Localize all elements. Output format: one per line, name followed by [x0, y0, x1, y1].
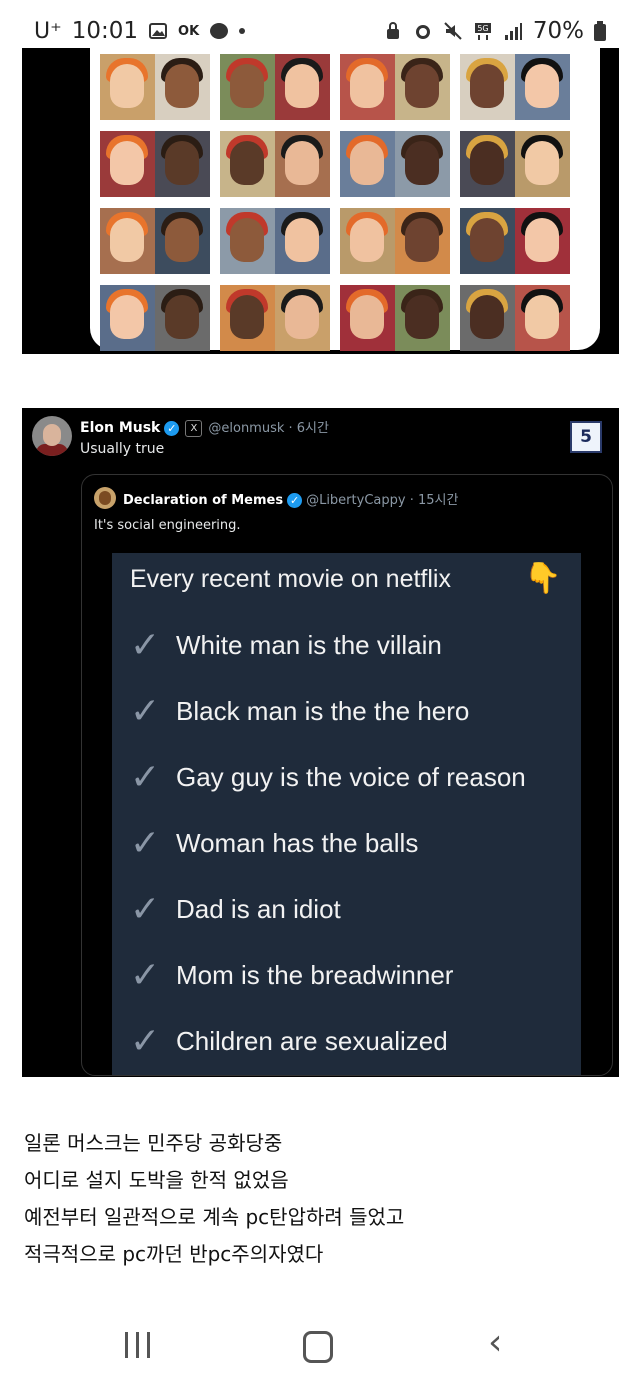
5g-icon: 5G	[474, 23, 491, 40]
mute-icon	[444, 22, 462, 40]
signal-icon	[504, 23, 522, 40]
pointing-down-hand-icon: 👇	[524, 561, 562, 596]
character-pair-cell	[100, 54, 210, 120]
meme-list-item: ✓ Mom is the breadwinner	[130, 954, 454, 996]
character-pair-cell	[100, 131, 210, 197]
home-button[interactable]	[303, 1331, 333, 1363]
caption-line: 일론 머스크는 민주당 공화당중	[24, 1131, 283, 1155]
character-pair-cell	[220, 54, 330, 120]
caption-line: 어디로 설지 도박을 한적 없었음	[24, 1168, 289, 1192]
verified-badge-icon: ✓	[164, 420, 180, 436]
character-pair-cell	[460, 208, 570, 274]
svg-text:5G: 5G	[477, 24, 488, 33]
quoted-author-name: Declaration of Memes	[123, 493, 284, 508]
author-handle: @elonmusk · 6시간	[208, 421, 329, 436]
post-caption: 일론 머스크는 민주당 공화당중 어디로 설지 도박을 한적 없었음 예전부터 …	[24, 1125, 624, 1273]
caption-line: 예전부터 일관적으로 계속 pc탄압하려 들었고	[24, 1205, 405, 1229]
back-button[interactable]: ‹	[488, 1325, 502, 1361]
clock: 10:01	[71, 18, 139, 44]
avatar	[32, 416, 72, 456]
tweet-screenshot-image[interactable]: Elon Musk ✓ X @elonmusk · 6시간 Usually true …	[22, 408, 619, 1077]
messenger-icon	[210, 23, 229, 39]
verified-badge-icon: ✓	[287, 493, 303, 508]
character-pair-cell	[220, 131, 330, 197]
checkmark-icon: ✓	[130, 690, 161, 732]
ok-icon: OK	[178, 23, 200, 39]
quoted-author-handle: @LibertyCappy · 15시간	[306, 493, 459, 508]
status-bar-right: 5G 70%	[383, 14, 606, 48]
caption-line: 적극적으로 pc까던 반pc주의자였다	[24, 1242, 324, 1266]
checkmark-icon: ✓	[130, 624, 161, 666]
character-grid	[90, 48, 600, 351]
meme-list-item: ✓ Gay guy is the voice of reason	[130, 756, 526, 798]
character-pair-cell	[340, 285, 450, 351]
meme-list-item: ✓ Children are sexualized	[130, 1020, 448, 1062]
battery-icon	[594, 21, 606, 41]
character-pair-cell	[460, 54, 570, 120]
checkmark-icon: ✓	[130, 756, 161, 798]
character-pair-cell	[220, 208, 330, 274]
quoted-author: Declaration of Memes ✓ @LibertyCappy · 15시…	[123, 489, 458, 508]
x-logo-icon: X	[185, 419, 203, 437]
character-comparison-image[interactable]	[22, 48, 619, 354]
alarm-icon	[415, 25, 430, 39]
battery-percent: 70%	[532, 18, 584, 44]
quoted-avatar	[94, 487, 116, 509]
character-pair-cell	[100, 285, 210, 351]
checkmark-icon: ✓	[130, 822, 161, 864]
character-pair-cell	[340, 208, 450, 274]
meme-list-item: ✓ White man is the villain	[130, 624, 442, 666]
character-pair-cell	[460, 285, 570, 351]
checkmark-icon: ✓	[130, 1020, 161, 1062]
character-pair-cell	[340, 54, 450, 120]
author-name: Elon Musk	[80, 420, 161, 436]
notification-dot	[239, 28, 246, 34]
tweet-text: Usually true	[80, 441, 165, 457]
meme-list-item: ✓ Dad is an idiot	[130, 888, 341, 930]
recent-apps-button[interactable]	[123, 1332, 153, 1358]
quoted-tweet-text: It's social engineering.	[94, 518, 241, 533]
checkmark-icon: ✓	[130, 954, 161, 996]
quoted-tweet[interactable]: Declaration of Memes ✓ @LibertyCappy · 15시…	[81, 474, 613, 1076]
character-pair-cell	[220, 285, 330, 351]
checkmark-icon: ✓	[130, 888, 161, 930]
page-number-badge: 5	[570, 421, 602, 453]
gallery-icon	[149, 23, 168, 39]
carrier-label: U⁺	[34, 18, 62, 44]
meme-list-item: ✓ Black man is the the hero	[130, 690, 470, 732]
meme-image[interactable]: Every recent movie on netflix 👇 ✓ White m…	[112, 553, 581, 1075]
meme-list-item: ✓ Woman has the balls	[130, 822, 419, 864]
status-bar-left: U⁺ 10:01 OK	[34, 14, 246, 48]
lock-icon	[386, 22, 399, 39]
meme-title: Every recent movie on netflix	[130, 565, 451, 593]
tweet-author: Elon Musk ✓ X @elonmusk · 6시간	[80, 417, 329, 437]
character-pair-cell	[340, 131, 450, 197]
navigation-bar: ‹	[0, 1300, 640, 1387]
character-pair-cell	[100, 208, 210, 274]
character-pair-cell	[460, 131, 570, 197]
